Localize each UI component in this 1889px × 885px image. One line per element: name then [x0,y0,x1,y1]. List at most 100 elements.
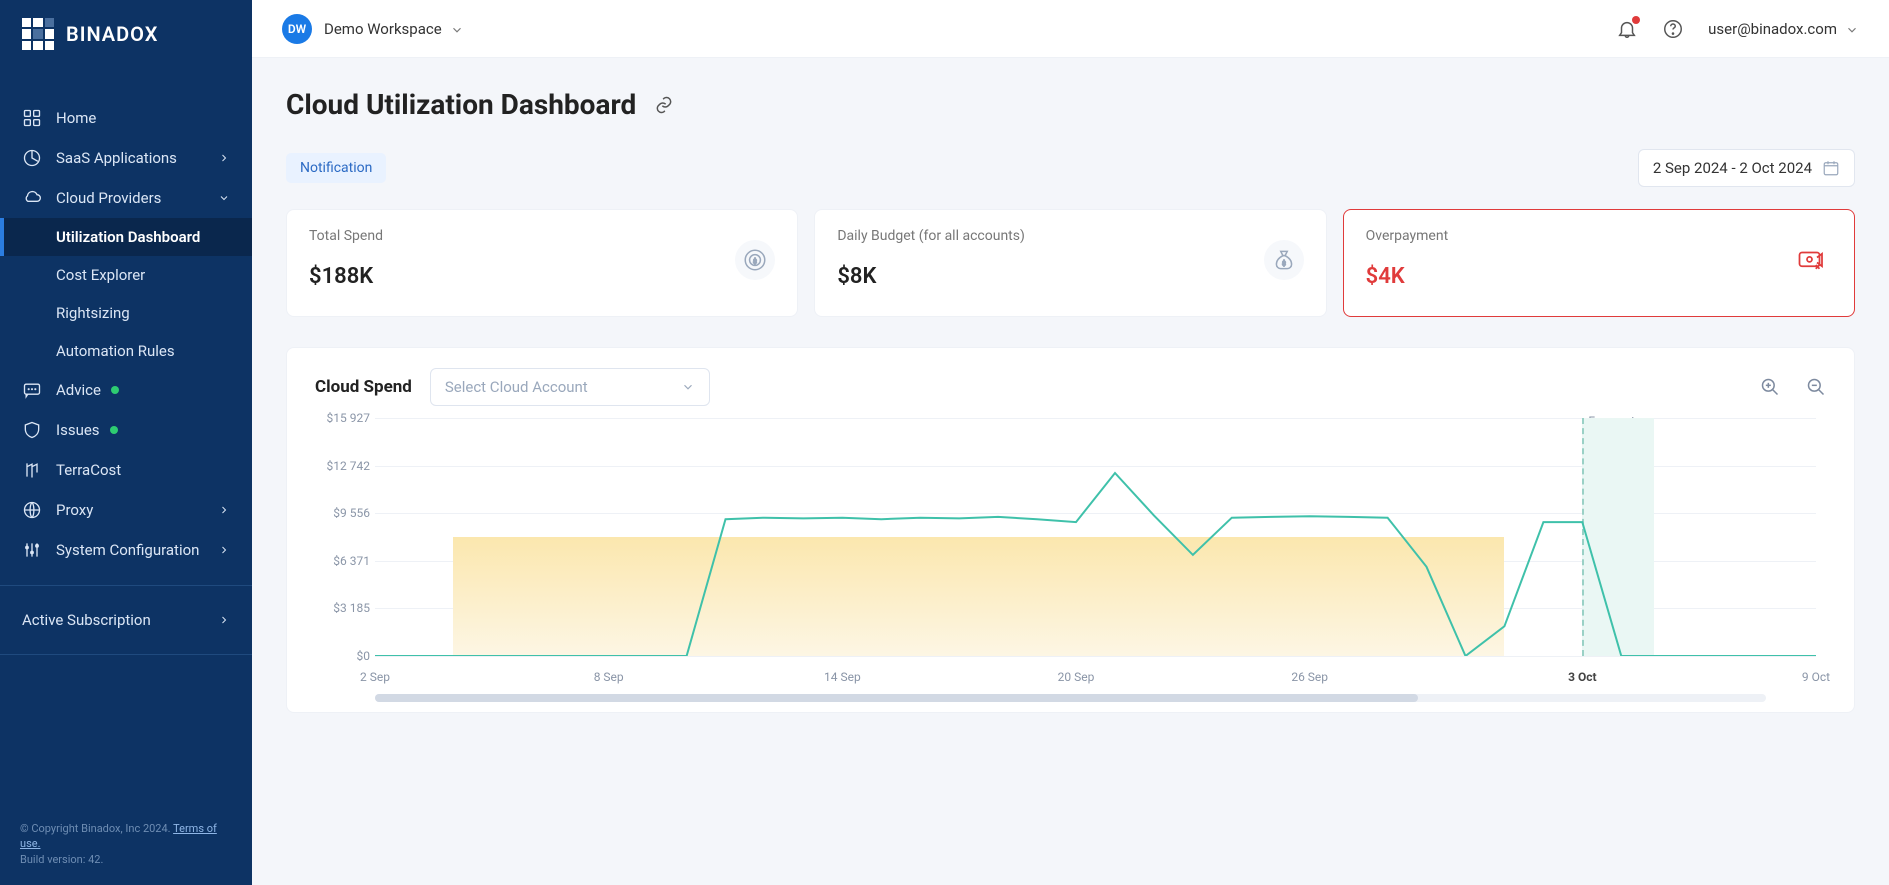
nav-subscription-label: Active Subscription [22,611,151,629]
divider [0,585,252,586]
brand-logo-icon [22,18,54,50]
chevron-right-icon [218,504,230,516]
workspace-badge[interactable]: DW [282,14,312,44]
status-dot-icon [110,426,118,434]
chart-title: Cloud Spend [315,377,412,397]
chevron-down-icon [218,192,230,204]
money-bag-icon: $ [1264,240,1304,280]
card-daily-budget[interactable]: Daily Budget (for all accounts) $8K $ [814,209,1326,317]
overpayment-icon [1792,240,1832,280]
card-overpayment[interactable]: Overpayment $4K [1343,209,1855,317]
pie-icon [22,148,42,168]
x-axis-label: 26 Sep [1291,670,1328,684]
nav-terracost[interactable]: TerraCost [0,450,252,490]
chart-panel: Cloud Spend Select Cloud Account Forecas… [286,347,1855,713]
chevron-down-icon [1845,22,1859,36]
x-axis-label: 14 Sep [824,670,861,684]
nav-cloud[interactable]: Cloud Providers [0,178,252,218]
cloud-icon [22,188,42,208]
date-range-value: 2 Sep 2024 - 2 Oct 2024 [1653,159,1812,177]
brand[interactable]: BINADOX [0,0,252,68]
brand-name: BINADOX [66,22,158,46]
notification-dot-icon [1632,16,1640,24]
chart-scrollbar-thumb[interactable] [375,694,1418,702]
user-email: user@binadox.com [1708,20,1837,38]
shield-icon [22,420,42,440]
y-axis-label: $12 742 [315,459,370,473]
zoom-out-button[interactable] [1806,377,1826,397]
workspace-name: Demo Workspace [324,20,442,38]
x-axis-label: 9 Oct [1802,670,1830,684]
chevron-right-icon [218,614,230,626]
nav-advice[interactable]: Advice [0,370,252,410]
chat-icon [22,380,42,400]
x-axis-label: 8 Sep [594,670,624,684]
y-axis-label: $3 185 [315,601,370,615]
calendar-icon [1822,159,1840,177]
divider [0,654,252,655]
nav-cloud-submenu: Utilization Dashboard Cost Explorer Righ… [0,218,252,370]
nav-advice-label: Advice [56,381,101,399]
status-dot-icon [111,386,119,394]
sliders-icon [22,540,42,560]
card-label: Daily Budget (for all accounts) [837,228,1303,244]
nav-home-label: Home [56,109,96,127]
page-title: Cloud Utilization Dashboard [286,88,636,121]
chart-scrollbar[interactable] [375,694,1766,702]
y-axis-label: $15 927 [315,411,370,425]
main: DW Demo Workspace user@binadox.com Clou [252,0,1889,885]
globe-icon [22,500,42,520]
nav-rightsizing[interactable]: Rightsizing [0,294,252,332]
select-placeholder: Select Cloud Account [445,378,588,396]
content: Cloud Utilization Dashboard Notification… [252,58,1889,885]
svg-text:$: $ [754,257,758,265]
x-axis-label: 20 Sep [1058,670,1095,684]
footer-copyright: © Copyright Binadox, Inc 2024. [20,822,173,835]
chevron-right-icon [218,544,230,556]
chevron-down-icon [681,380,695,394]
footer-build: Build version: 42. [20,853,103,866]
nav-saas-label: SaaS Applications [56,149,177,167]
nav-automation-rules[interactable]: Automation Rules [0,332,252,370]
help-icon [1662,18,1684,40]
chevron-right-icon [218,152,230,164]
user-menu[interactable]: user@binadox.com [1708,20,1859,38]
date-range-picker[interactable]: 2 Sep 2024 - 2 Oct 2024 [1638,149,1855,187]
nav-subscription[interactable]: Active Subscription [0,601,252,639]
nav-proxy[interactable]: Proxy [0,490,252,530]
card-value: $4K [1366,264,1832,289]
y-axis-label: $9 556 [315,506,370,520]
share-link-button[interactable] [654,95,674,115]
card-value: $188K [309,264,775,289]
terracost-icon [22,460,42,480]
topbar: DW Demo Workspace user@binadox.com [252,0,1889,58]
sidebar: BINADOX Home SaaS Applications Cloud Pro… [0,0,252,885]
notification-chip[interactable]: Notification [286,153,386,183]
y-axis-label: $0 [315,649,370,663]
home-icon [22,108,42,128]
card-label: Overpayment [1366,228,1832,244]
chevron-down-icon[interactable] [450,22,464,36]
card-total-spend[interactable]: Total Spend $188K $ [286,209,798,317]
nav-system-config[interactable]: System Configuration [0,530,252,570]
nav-cloud-label: Cloud Providers [56,189,161,207]
nav-proxy-label: Proxy [56,501,93,519]
nav-issues-label: Issues [56,421,100,439]
card-label: Total Spend [309,228,775,244]
card-value: $8K [837,264,1303,289]
nav-utilization-dashboard[interactable]: Utilization Dashboard [0,218,252,256]
chart-area: Forecast $0$3 185$6 371$9 556$12 742$15 … [315,418,1826,688]
x-axis-label: 2 Sep [360,670,390,684]
cloud-account-select[interactable]: Select Cloud Account [430,368,710,406]
y-axis-label: $6 371 [315,554,370,568]
nav-saas[interactable]: SaaS Applications [0,138,252,178]
nav-home[interactable]: Home [0,98,252,138]
nav-issues[interactable]: Issues [0,410,252,450]
nav-system-config-label: System Configuration [56,541,199,559]
notifications-button[interactable] [1616,18,1638,40]
nav-cost-explorer[interactable]: Cost Explorer [0,256,252,294]
x-axis-label: 3 Oct [1568,670,1596,684]
zoom-in-button[interactable] [1760,377,1780,397]
nav: Home SaaS Applications Cloud Providers U… [0,98,252,809]
help-button[interactable] [1662,18,1684,40]
